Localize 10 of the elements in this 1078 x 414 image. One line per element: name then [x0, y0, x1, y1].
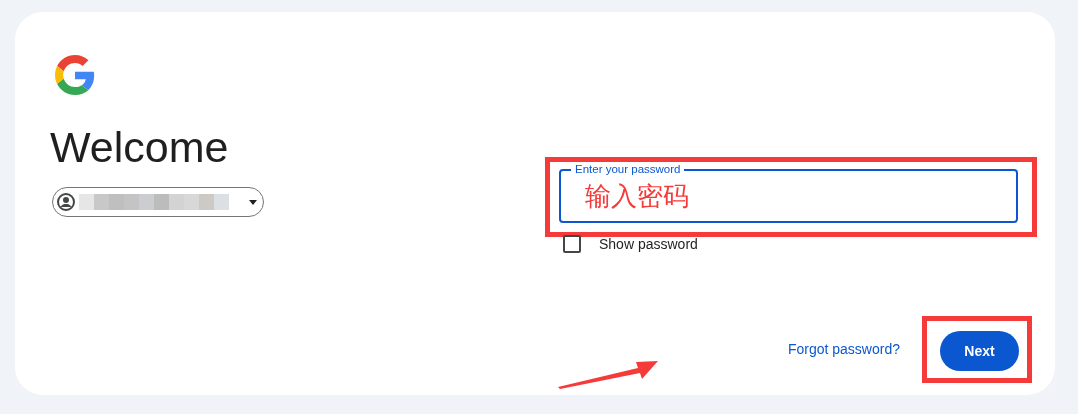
- logo-icon: [55, 55, 95, 95]
- forgot-password-link[interactable]: Forgot password?: [787, 340, 900, 357]
- welcome-heading: Welcome: [50, 122, 229, 173]
- show-password-checkbox[interactable]: [563, 235, 581, 253]
- caret-icon: [249, 199, 257, 205]
- field-label: Enter your password: [571, 162, 685, 176]
- annotation-text: 输入密码: [585, 181, 689, 211]
- avatar-icon: [57, 193, 75, 211]
- checkbox-label: Show password: [599, 236, 698, 252]
- next-button[interactable]: Next: [940, 331, 1019, 371]
